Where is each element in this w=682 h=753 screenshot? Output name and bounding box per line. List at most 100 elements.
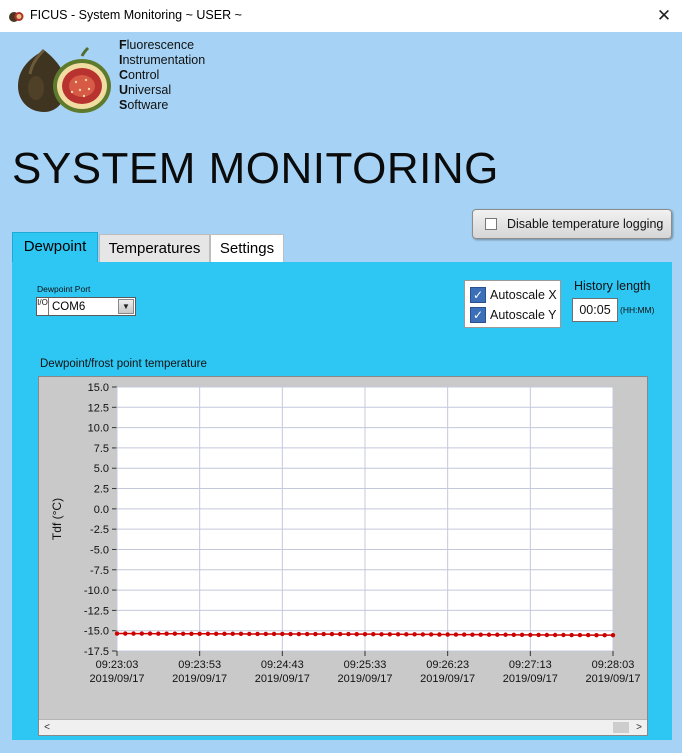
dewpoint-data-point: [486, 632, 492, 637]
autoscale-y-row[interactable]: ✓ Autoscale Y: [470, 306, 556, 324]
x-tick-label: 09:28:03: [592, 659, 635, 671]
dewpoint-data-point: [420, 632, 426, 637]
dewpoint-port-select[interactable]: I/O COM6 ▼: [36, 297, 136, 316]
y-tick-label: -15.0: [84, 626, 109, 638]
dewpoint-data-point: [131, 631, 136, 636]
dewpoint-data-point: [329, 631, 335, 637]
tab-dewpoint[interactable]: Dewpoint: [12, 232, 98, 262]
scroll-right-icon[interactable]: >: [631, 720, 647, 735]
dewpoint-data-point: [189, 631, 194, 636]
dewpoint-data-point: [304, 631, 310, 637]
y-tick-label: -10.0: [84, 585, 109, 597]
x-tick-label: 09:27:13: [509, 659, 552, 671]
dewpoint-data-point: [453, 632, 459, 637]
dewpoint-data-point: [602, 632, 607, 638]
dewpoint-data-point: [288, 631, 293, 637]
dewpoint-panel: Dewpoint Port I/O COM6 ▼ ✓ Autoscale X ✓…: [12, 262, 672, 740]
acronym-line: Fluorescence: [119, 38, 195, 52]
chart-horizontal-scrollbar[interactable]: < >: [39, 719, 647, 735]
y-tick-label: -12.5: [84, 605, 109, 617]
dewpoint-data-point: [404, 632, 409, 637]
disable-logging-checkbox[interactable]: [485, 218, 497, 230]
dewpoint-data-point: [395, 632, 401, 637]
x-tick-date-label: 2019/09/17: [420, 673, 475, 685]
dewpoint-data-point: [346, 631, 351, 637]
history-length-label: History length: [574, 279, 651, 293]
dewpoint-data-point: [313, 631, 318, 637]
y-tick-label: 7.5: [94, 443, 109, 455]
x-tick-label: 09:24:43: [261, 659, 304, 671]
close-icon[interactable]: ✕: [646, 0, 682, 32]
tab-settings[interactable]: Settings: [210, 234, 284, 262]
dewpoint-data-point: [495, 632, 500, 637]
dewpoint-data-point: [511, 632, 516, 638]
fig-logo: [18, 46, 111, 113]
acronym-line: Universal: [119, 83, 172, 97]
dewpoint-data-point: [147, 631, 153, 636]
y-tick-label: 2.5: [94, 484, 109, 496]
dewpoint-data-point: [437, 632, 442, 637]
fig-app-icon: [9, 12, 24, 22]
y-tick-label: 12.5: [88, 402, 109, 414]
dewpoint-port-value: COM6: [52, 300, 86, 313]
autoscale-group: ✓ Autoscale X ✓ Autoscale Y: [464, 280, 561, 328]
history-length-input[interactable]: 00:05: [572, 298, 618, 322]
scroll-thumb[interactable]: [613, 722, 629, 733]
dewpoint-data-point: [247, 631, 252, 637]
page-title: SYSTEM MONITORING: [12, 144, 499, 193]
y-tick-label: 15.0: [88, 382, 109, 394]
dewpoint-data-point: [387, 632, 392, 637]
x-tick-date-label: 2019/09/17: [255, 673, 310, 685]
x-tick-date-label: 2019/09/17: [503, 673, 558, 685]
x-tick-label: 09:25:33: [344, 659, 387, 671]
dewpoint-data-point: [544, 632, 550, 638]
y-axis-label: Tdf (°C): [50, 498, 64, 540]
dewpoint-data-point: [478, 632, 483, 637]
dewpoint-data-point: [123, 631, 128, 636]
acronym-line: Software: [119, 98, 169, 112]
dewpoint-data-point: [470, 632, 475, 637]
dewpoint-data-point: [156, 631, 161, 636]
dewpoint-chart: 15.0 12.5 10.0 7.5 5.0 2.5 0.0 -2.5 -5.0 -7.5 -10.…: [38, 376, 648, 736]
dewpoint-data-point: [428, 632, 434, 637]
chevron-down-icon[interactable]: ▼: [118, 299, 134, 314]
dewpoint-data-point: [280, 631, 285, 637]
x-tick-label: 09:23:53: [178, 659, 221, 671]
main-window: Fluorescence Instrumentation Control Uni…: [0, 32, 682, 753]
scroll-left-icon[interactable]: <: [39, 720, 55, 735]
disable-temperature-logging-button[interactable]: Disable temperature logging: [472, 209, 672, 239]
x-tick-label: 09:23:03: [96, 659, 139, 671]
tab-temperatures[interactable]: Temperatures: [99, 234, 210, 262]
dewpoint-chart-svg: 15.0 12.5 10.0 7.5 5.0 2.5 0.0 -2.5 -5.0 -7.5 -10.…: [50, 382, 641, 685]
dewpoint-data-point: [379, 632, 384, 637]
dewpoint-data-point: [296, 631, 302, 637]
autoscale-x-row[interactable]: ✓ Autoscale X: [470, 286, 557, 304]
dewpoint-data-point: [230, 631, 235, 637]
y-tick-label: 0.0: [94, 504, 109, 516]
dewpoint-data-point: [371, 631, 376, 637]
acronym-block: Fluorescence Instrumentation Control Uni…: [119, 38, 205, 113]
y-tick-label: 5.0: [94, 463, 109, 475]
dewpoint-data-point: [164, 631, 169, 636]
chart-title: Dewpoint/frost point temperature: [40, 358, 207, 370]
autoscale-y-label: Autoscale Y: [490, 308, 557, 322]
x-tick-label: 09:26:23: [426, 659, 469, 671]
dewpoint-data-point: [354, 631, 359, 637]
dewpoint-data-point: [462, 632, 467, 637]
acronym-line: Control: [119, 68, 160, 82]
x-tick-date-label: 2019/09/17: [337, 673, 392, 685]
window-title: FICUS - System Monitoring ~ USER ~: [30, 8, 242, 22]
autoscale-y-checkbox[interactable]: ✓: [470, 307, 486, 323]
dewpoint-data-point: [222, 631, 227, 637]
y-tick-label: -7.5: [90, 565, 109, 577]
dewpoint-data-point: [536, 632, 541, 638]
dewpoint-data-point: [569, 632, 574, 638]
dewpoint-data-point: [114, 631, 120, 636]
history-length-unit: (HH:MM): [620, 305, 655, 315]
dewpoint-data-point: [180, 631, 186, 636]
title-bar: FICUS - System Monitoring ~ USER ~ ✕: [0, 0, 682, 32]
autoscale-x-checkbox[interactable]: ✓: [470, 287, 486, 303]
autoscale-x-label: Autoscale X: [490, 288, 557, 302]
dewpoint-data-point: [561, 632, 566, 638]
dewpoint-data-point: [214, 631, 219, 637]
